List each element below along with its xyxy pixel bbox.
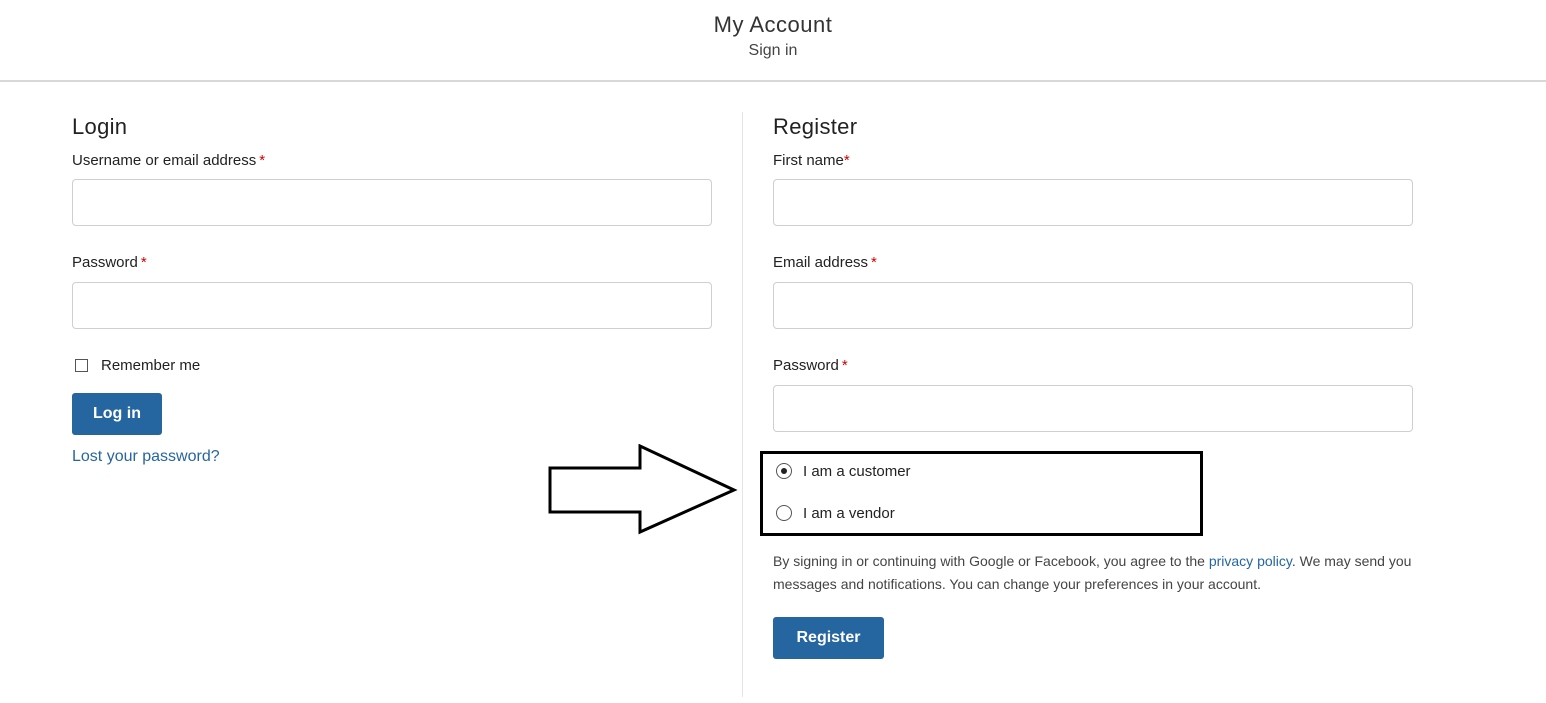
- remember-me-checkbox[interactable]: [75, 358, 88, 372]
- remember-me[interactable]: Remember me: [75, 356, 201, 374]
- email-label: Email address *: [773, 254, 877, 271]
- required-mark: *: [843, 152, 850, 169]
- arrow-right-icon: [548, 444, 738, 535]
- username-label: Username or email address *: [72, 152, 266, 169]
- first-name-input[interactable]: [773, 179, 1413, 226]
- first-name-label: First name*: [773, 152, 850, 169]
- column-divider: [742, 112, 743, 697]
- lost-password-link[interactable]: Lost your password?: [72, 448, 220, 466]
- register-password-label: Password *: [773, 357, 848, 374]
- remember-me-label: Remember me: [101, 356, 201, 374]
- privacy-policy-link[interactable]: privacy policy: [1209, 553, 1292, 569]
- page-header: My Account Sign in: [0, 0, 1546, 82]
- required-mark: *: [259, 152, 266, 169]
- login-password-input[interactable]: [72, 282, 712, 329]
- vendor-radio-label: I am a vendor: [803, 504, 895, 522]
- page-title: My Account: [713, 12, 833, 37]
- email-input[interactable]: [773, 282, 1413, 329]
- register-password-input[interactable]: [773, 385, 1413, 432]
- username-input[interactable]: [72, 179, 712, 226]
- customer-radio[interactable]: [776, 463, 792, 479]
- required-mark: *: [841, 357, 848, 374]
- login-password-label: Password *: [72, 254, 147, 271]
- vendor-radio[interactable]: [776, 505, 792, 521]
- privacy-notice: By signing in or continuing with Google …: [773, 553, 1412, 592]
- role-option-vendor[interactable]: I am a vendor: [776, 503, 895, 523]
- register-title: Register: [773, 114, 858, 139]
- register-button[interactable]: Register: [773, 617, 884, 659]
- login-button[interactable]: Log in: [72, 393, 162, 435]
- required-mark: *: [140, 254, 147, 271]
- login-title: Login: [72, 114, 128, 139]
- required-mark: *: [871, 254, 877, 271]
- role-option-customer[interactable]: I am a customer: [776, 461, 911, 481]
- customer-radio-label: I am a customer: [803, 462, 911, 480]
- page-subtitle: Sign in: [748, 42, 798, 59]
